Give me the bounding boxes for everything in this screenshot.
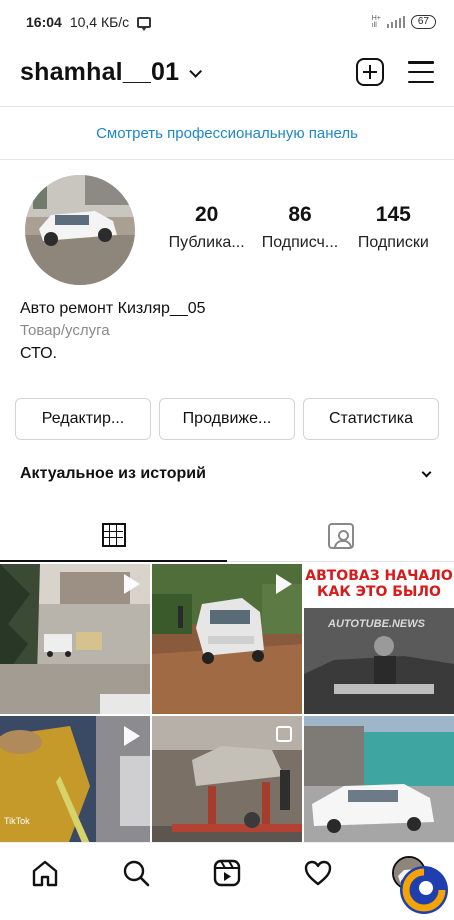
grid-icon — [101, 523, 126, 547]
plus-square-icon[interactable] — [356, 58, 384, 86]
home-icon — [33, 860, 58, 886]
display-name: Авто ремонт Кизляр__05 — [20, 300, 206, 317]
chevron-down-icon[interactable] — [189, 64, 203, 78]
overlay-logo-icon — [400, 866, 448, 914]
post-watermark: AUTOTUBE.NEWS — [328, 618, 425, 630]
hamburger-menu-icon[interactable] — [408, 61, 434, 83]
business-category: Товар/услуга — [20, 322, 110, 339]
tagged-person-icon — [327, 522, 354, 549]
story-highlights-header[interactable]: Актуальное из историй — [20, 458, 434, 490]
network-type: Н+ — [371, 15, 381, 22]
network-bars-label: ıll — [371, 22, 377, 29]
carousel-icon — [276, 726, 292, 742]
followers-stat[interactable]: 86 Подписч... — [253, 203, 346, 252]
battery-indicator: 67 — [410, 15, 436, 29]
status-bar: 16:04 10,4 КБ/с Н+ ıll 67 — [0, 0, 454, 44]
promote-button[interactable]: Продвиже... — [159, 398, 295, 440]
search-icon — [123, 860, 150, 886]
post-thumbnail[interactable] — [0, 564, 150, 714]
following-count: 145 — [375, 203, 411, 226]
nav-home[interactable] — [25, 853, 65, 893]
profile-tabs — [0, 510, 454, 562]
nav-reels[interactable] — [207, 853, 247, 893]
post-caption: АВТОВАЗ НАЧАЛО КАК ЭТО БЫЛО — [305, 568, 453, 600]
posts-label: Публика... — [168, 234, 245, 251]
statistics-button[interactable]: Статистика — [303, 398, 439, 440]
message-icon — [137, 16, 152, 31]
post-thumbnail[interactable]: АВТОВАЗ НАЧАЛО КАК ЭТО БЫЛО AUTOTUBE.NEW… — [304, 564, 454, 714]
posts-stat[interactable]: 20 Публика... — [160, 203, 253, 252]
chevron-down-icon[interactable] — [421, 467, 432, 477]
post-thumbnail[interactable] — [152, 564, 302, 714]
reel-icon — [276, 574, 292, 594]
reel-icon — [124, 574, 140, 594]
profile-bio: Авто ремонт Кизляр__05 Товар/услуга СТО. — [20, 300, 206, 363]
followers-count: 86 — [288, 203, 312, 226]
avatar[interactable] — [25, 175, 135, 285]
profile-header: shamhal__01 — [0, 48, 454, 96]
nav-activity[interactable] — [298, 853, 338, 893]
bottom-navigation — [0, 842, 454, 902]
nav-search[interactable] — [116, 853, 156, 893]
following-stat[interactable]: 145 Подписки — [347, 203, 440, 252]
tiktok-watermark: TikTok — [4, 816, 30, 826]
heart-icon — [304, 860, 331, 885]
status-time: 16:04 — [26, 14, 62, 30]
status-speed: 10,4 КБ/с — [69, 14, 130, 30]
tab-tagged[interactable] — [227, 510, 454, 562]
posts-grid: АВТОВАЗ НАЧАЛО КАК ЭТО БЫЛО AUTOTUBE.NEW… — [0, 564, 454, 866]
profile-actions: Редактир... Продвиже... Статистика — [15, 398, 439, 440]
tab-posts-grid[interactable] — [0, 510, 227, 562]
signal-icon — [386, 16, 405, 28]
following-label: Подписки — [357, 234, 429, 251]
bio-text: СТО. — [20, 345, 57, 362]
profile-stats: 20 Публика... 86 Подписч... 145 Подписки — [160, 203, 440, 252]
posts-count: 20 — [194, 203, 219, 226]
reel-icon — [124, 726, 140, 746]
highlights-title: Актуальное из историй — [20, 465, 206, 482]
username-switcher[interactable]: shamhal__01 — [20, 58, 179, 87]
edit-profile-button[interactable]: Редактир... — [15, 398, 151, 440]
reels-icon — [213, 859, 241, 886]
professional-dashboard-link[interactable]: Смотреть профессиональную панель — [0, 106, 454, 160]
followers-label: Подписч... — [261, 234, 339, 251]
